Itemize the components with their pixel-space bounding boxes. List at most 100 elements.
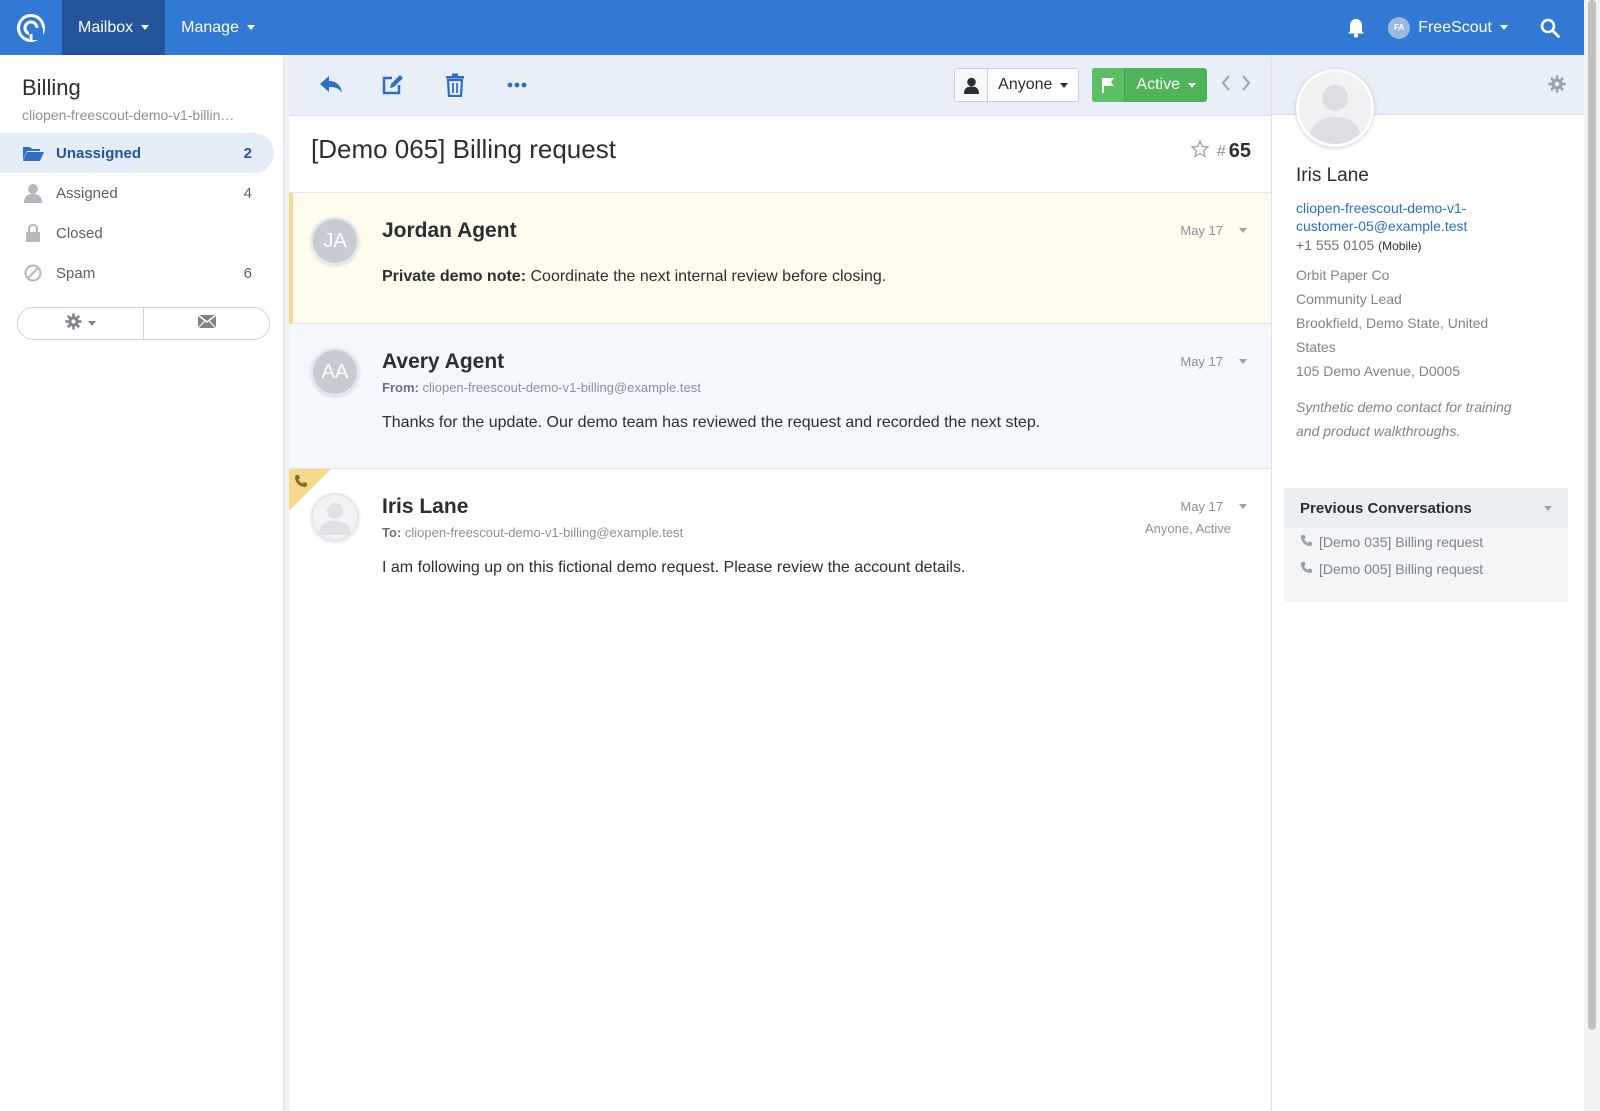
trash-icon[interactable] [435, 65, 475, 105]
customer-avatar [311, 493, 359, 541]
avatar: AA [311, 348, 359, 396]
chevron-left-icon[interactable] [1221, 74, 1231, 96]
folder-spam[interactable]: Spam 6 [0, 253, 274, 293]
top-navbar: Mailbox Manage FA FreeScout [0, 0, 1584, 55]
thread-status: Anyone, Active [1145, 521, 1231, 536]
nav-mailbox[interactable]: Mailbox [62, 0, 166, 55]
phone-icon [1300, 534, 1313, 550]
previous-conversations-title: Previous Conversations [1300, 499, 1472, 517]
customer-notes-line1: Synthetic demo contact for training [1296, 399, 1512, 415]
thread-date-wrap: May 17 [1180, 223, 1247, 238]
flag-icon [1092, 68, 1126, 102]
customer-email-line1: cliopen-freescout-demo-v1- [1296, 200, 1467, 216]
customer-location-line2: States [1296, 339, 1336, 355]
page-scrollbar[interactable] [1584, 0, 1600, 1111]
conversation-pager [1221, 74, 1251, 96]
previous-conversation-item[interactable]: [Demo 035] Billing request [1284, 528, 1568, 555]
note-label: Private demo note: [382, 268, 527, 285]
subject-meta: # 65 [1190, 139, 1251, 163]
thread-author: Iris Lane [382, 495, 469, 518]
conversation-view: Anyone Active [Demo 065] Billing request… [289, 55, 1272, 1111]
search-icon[interactable] [1530, 18, 1570, 38]
toolbar-right: Anyone Active [954, 68, 1251, 102]
assignee-dropdown[interactable]: Anyone [954, 68, 1080, 102]
mailbox-sidebar: Billing cliopen-freescout-demo-v1-billin… [0, 55, 284, 1111]
customer-email-line2: customer-05@example.test [1296, 218, 1468, 234]
customer-job-title: Community Lead [1296, 291, 1402, 307]
to-address: cliopen-freescout-demo-v1-billing@exampl… [404, 525, 684, 540]
customer-photo[interactable] [1296, 69, 1374, 147]
user-name: FreeScout [1418, 18, 1492, 36]
caret-down-icon [88, 321, 96, 326]
folder-label: Closed [56, 224, 103, 242]
gear-icon[interactable] [1548, 75, 1566, 98]
thread-from: From: cliopen-freescout-demo-v1-billing@… [382, 380, 701, 395]
assignee-label-wrap: Anyone [988, 69, 1078, 101]
thread-menu-caret-icon[interactable] [1239, 359, 1247, 364]
status-label: Active [1136, 76, 1180, 93]
phone-icon [294, 474, 308, 493]
folder-label: Spam [56, 264, 96, 282]
previous-conversation-label: [Demo 005] Billing request [1319, 560, 1484, 577]
thread-author: Avery Agent [382, 350, 505, 373]
folder-list: Unassigned 2 Assigned 4 Closed Spam 6 [0, 133, 283, 293]
thread-date: May 17 [1180, 223, 1223, 238]
folder-closed[interactable]: Closed [0, 213, 274, 253]
customer-name[interactable]: Iris Lane [1296, 165, 1369, 187]
thread-menu-caret-icon[interactable] [1239, 504, 1247, 509]
nav-mailbox-label: Mailbox [78, 18, 134, 36]
gear-icon [65, 312, 82, 335]
nav-manage[interactable]: Manage [165, 0, 271, 55]
scrollbar-thumb[interactable] [1588, 0, 1596, 1030]
thread-note: JA Jordan Agent May 17 Private demo note… [289, 193, 1271, 324]
thread-customer: Iris Lane May 17 To: cliopen-freescout-d… [289, 469, 1271, 599]
phone-icon [1300, 561, 1313, 577]
thread-date-wrap: May 17 [1180, 499, 1247, 514]
customer-email[interactable]: cliopen-freescout-demo-v1- customer-05@e… [1296, 199, 1536, 235]
mailbox-title: Billing [22, 75, 81, 100]
previous-conversations-header[interactable]: Previous Conversations [1284, 488, 1568, 528]
mailbox-settings-button[interactable] [18, 308, 143, 339]
thread-body: Thanks for the update. Our demo team has… [382, 414, 1041, 431]
thread-body: I am following up on this fictional demo… [382, 559, 966, 576]
thread-menu-caret-icon[interactable] [1239, 228, 1247, 233]
mailbox-actions [17, 307, 270, 340]
avatar: JA [311, 217, 359, 265]
subject-row: [Demo 065] Billing request # 65 [289, 116, 1271, 193]
previous-conversation-item[interactable]: [Demo 005] Billing request [1284, 555, 1568, 582]
note-text: Coordinate the next internal review befo… [530, 268, 887, 285]
caret-down-icon [1188, 82, 1196, 88]
caret-down-icon [141, 25, 150, 30]
customer-company: Orbit Paper Co [1296, 267, 1390, 283]
thread-author: Jordan Agent [382, 219, 517, 242]
thread-date-wrap: May 17 [1180, 354, 1247, 369]
status-dropdown[interactable]: Active [1092, 68, 1207, 102]
caret-down-icon [1500, 25, 1508, 30]
more-icon[interactable] [497, 65, 537, 105]
customer-profile-panel: Iris Lane cliopen-freescout-demo-v1- cus… [1272, 55, 1584, 1111]
user-icon [955, 69, 989, 101]
note-edit-icon[interactable] [373, 65, 413, 105]
phone-type: (Mobile) [1378, 239, 1422, 253]
to-label: To: [382, 525, 402, 540]
user-menu[interactable]: FA FreeScout [1388, 16, 1508, 39]
new-email-button[interactable] [143, 308, 269, 339]
folder-count: 6 [243, 264, 252, 282]
reply-icon[interactable] [311, 65, 351, 105]
freescout-logo-icon[interactable] [0, 0, 62, 55]
conversation-toolbar: Anyone Active [289, 55, 1271, 116]
folder-label: Unassigned [56, 144, 142, 162]
thread-body: Private demo note: Coordinate the next i… [382, 268, 886, 286]
star-icon[interactable] [1190, 139, 1210, 163]
thread-date: May 17 [1180, 354, 1223, 369]
folder-unassigned[interactable]: Unassigned 2 [0, 133, 274, 173]
folder-assigned[interactable]: Assigned 4 [0, 173, 274, 213]
chevron-right-icon[interactable] [1241, 74, 1251, 96]
previous-conversation-label: [Demo 035] Billing request [1319, 533, 1484, 550]
bell-icon[interactable] [1336, 18, 1376, 38]
user-icon [22, 183, 44, 203]
status-label-wrap: Active [1125, 68, 1207, 102]
thread-to: To: cliopen-freescout-demo-v1-billing@ex… [382, 525, 683, 540]
customer-address: 105 Demo Avenue, D0005 [1296, 363, 1460, 379]
thread-date: May 17 [1180, 499, 1223, 514]
